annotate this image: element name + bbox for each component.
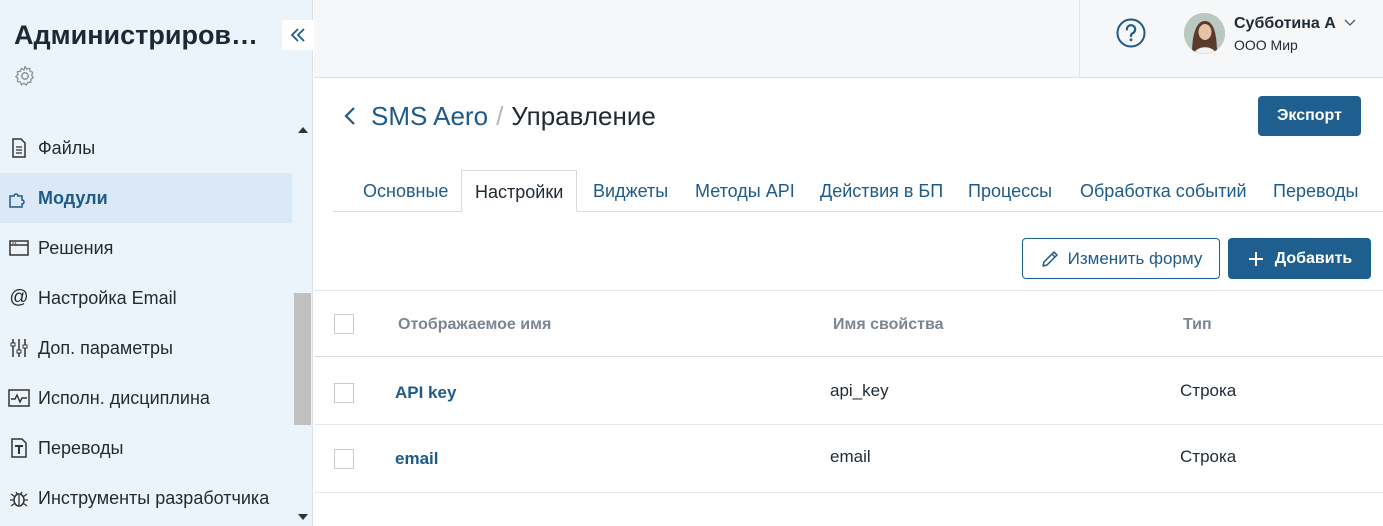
tab-processes[interactable]: Процессы — [968, 170, 1052, 212]
puzzle-icon — [8, 187, 30, 209]
help-icon[interactable] — [1116, 18, 1146, 48]
sidebar-item-translations[interactable]: Переводы — [0, 423, 292, 473]
sidebar-item-label: Инструменты разработчика — [38, 487, 270, 508]
sidebar: Администриров… Файлы Модули Решения @ На… — [0, 0, 314, 526]
tab-api-methods[interactable]: Методы API — [695, 170, 795, 212]
type-cell: Строка — [1180, 447, 1237, 466]
user-org: ООО Мир — [1234, 37, 1298, 53]
edit-form-button[interactable]: Изменить форму — [1022, 238, 1220, 279]
sidebar-title: Администриров… — [14, 20, 259, 50]
pencil-icon — [1041, 250, 1058, 267]
back-arrow-icon[interactable] — [343, 106, 357, 126]
tab-bp-actions[interactable]: Действия в БП — [820, 170, 943, 212]
table-row[interactable]: email email Строка — [314, 425, 1383, 493]
row-checkbox[interactable] — [334, 383, 354, 403]
sidebar-item-label: Доп. параметры — [38, 337, 173, 358]
breadcrumb-separator: / — [496, 101, 504, 131]
topbar-divider — [1079, 0, 1080, 78]
sidebar-item-label: Решения — [38, 237, 114, 258]
chevron-down-icon[interactable] — [1344, 18, 1356, 28]
tab-widgets[interactable]: Виджеты — [593, 170, 668, 212]
type-cell: Строка — [1180, 381, 1237, 400]
add-button[interactable]: Добавить — [1228, 238, 1371, 279]
topbar: Субботина А ООО Мир — [314, 0, 1383, 78]
tab-general[interactable]: Основные — [363, 170, 448, 212]
tabs: Основные Настройки Виджеты Методы API Де… — [333, 170, 1383, 212]
add-label: Добавить — [1274, 249, 1353, 267]
sidebar-item-modules[interactable]: Модули — [0, 173, 292, 223]
display-name-link[interactable]: email — [395, 449, 438, 469]
tab-event-handling[interactable]: Обработка событий — [1080, 170, 1247, 212]
select-all-checkbox[interactable] — [334, 314, 354, 334]
sidebar-scrollbar[interactable] — [292, 118, 313, 526]
sliders-icon — [8, 337, 30, 359]
window-icon — [8, 237, 30, 259]
double-chevron-left-icon — [290, 28, 305, 42]
at-icon: @ — [9, 287, 29, 308]
sidebar-item-label: Модули — [38, 187, 108, 208]
sidebar-item-email-settings[interactable]: @ Настройка Email — [0, 273, 292, 323]
plus-icon — [1248, 251, 1263, 266]
export-button[interactable]: Экспорт — [1258, 96, 1361, 136]
pulse-icon — [8, 387, 30, 409]
sidebar-nav: Файлы Модули Решения @ Настройка Email Д… — [0, 123, 292, 523]
row-checkbox[interactable] — [334, 449, 354, 469]
scroll-up-arrow[interactable] — [298, 127, 308, 133]
sidebar-item-label: Настройка Email — [38, 287, 177, 308]
app: Администриров… Файлы Модули Решения @ На… — [0, 0, 1383, 526]
column-header-type[interactable]: Тип — [1183, 316, 1212, 334]
sidebar-item-dev-tools[interactable]: Инструменты разработчика — [0, 473, 292, 523]
scroll-down-arrow[interactable] — [298, 514, 308, 520]
file-icon — [8, 137, 30, 159]
property-name-cell: api_key — [830, 381, 889, 400]
collapse-sidebar-button[interactable] — [282, 20, 314, 50]
display-name-link[interactable]: API key — [395, 383, 456, 403]
column-header-property-name[interactable]: Имя свойства — [833, 316, 944, 334]
breadcrumb: SMS Aero / Управление — [371, 101, 656, 132]
table-row[interactable]: API key api_key Строка — [314, 357, 1383, 425]
property-name-cell: email — [830, 447, 871, 466]
sidebar-item-label: Переводы — [38, 437, 124, 458]
sidebar-item-label: Файлы — [38, 137, 96, 158]
table-header-row: Отображаемое имя Имя свойства Тип — [314, 290, 1383, 357]
page-title: Управление — [511, 101, 656, 131]
bug-icon — [8, 487, 30, 509]
sidebar-item-files[interactable]: Файлы — [0, 123, 292, 173]
sidebar-item-discipline[interactable]: Исполн. дисциплина — [0, 373, 292, 423]
gear-icon[interactable] — [13, 64, 37, 88]
sidebar-item-label: Исполн. дисциплина — [38, 387, 210, 408]
sidebar-item-extra-params[interactable]: Доп. параметры — [0, 323, 292, 373]
scroll-thumb[interactable] — [294, 293, 311, 425]
tab-settings[interactable]: Настройки — [461, 170, 578, 212]
breadcrumb-link[interactable]: SMS Aero — [371, 101, 488, 131]
tab-translations[interactable]: Переводы — [1273, 170, 1358, 212]
sidebar-item-solutions[interactable]: Решения — [0, 223, 292, 273]
properties-table: Отображаемое имя Имя свойства Тип API ke… — [314, 290, 1383, 493]
edit-form-label: Изменить форму — [1067, 248, 1203, 268]
avatar[interactable] — [1184, 13, 1225, 54]
text-icon — [8, 437, 30, 459]
user-name[interactable]: Субботина А — [1234, 15, 1336, 33]
column-header-display-name[interactable]: Отображаемое имя — [398, 316, 551, 334]
